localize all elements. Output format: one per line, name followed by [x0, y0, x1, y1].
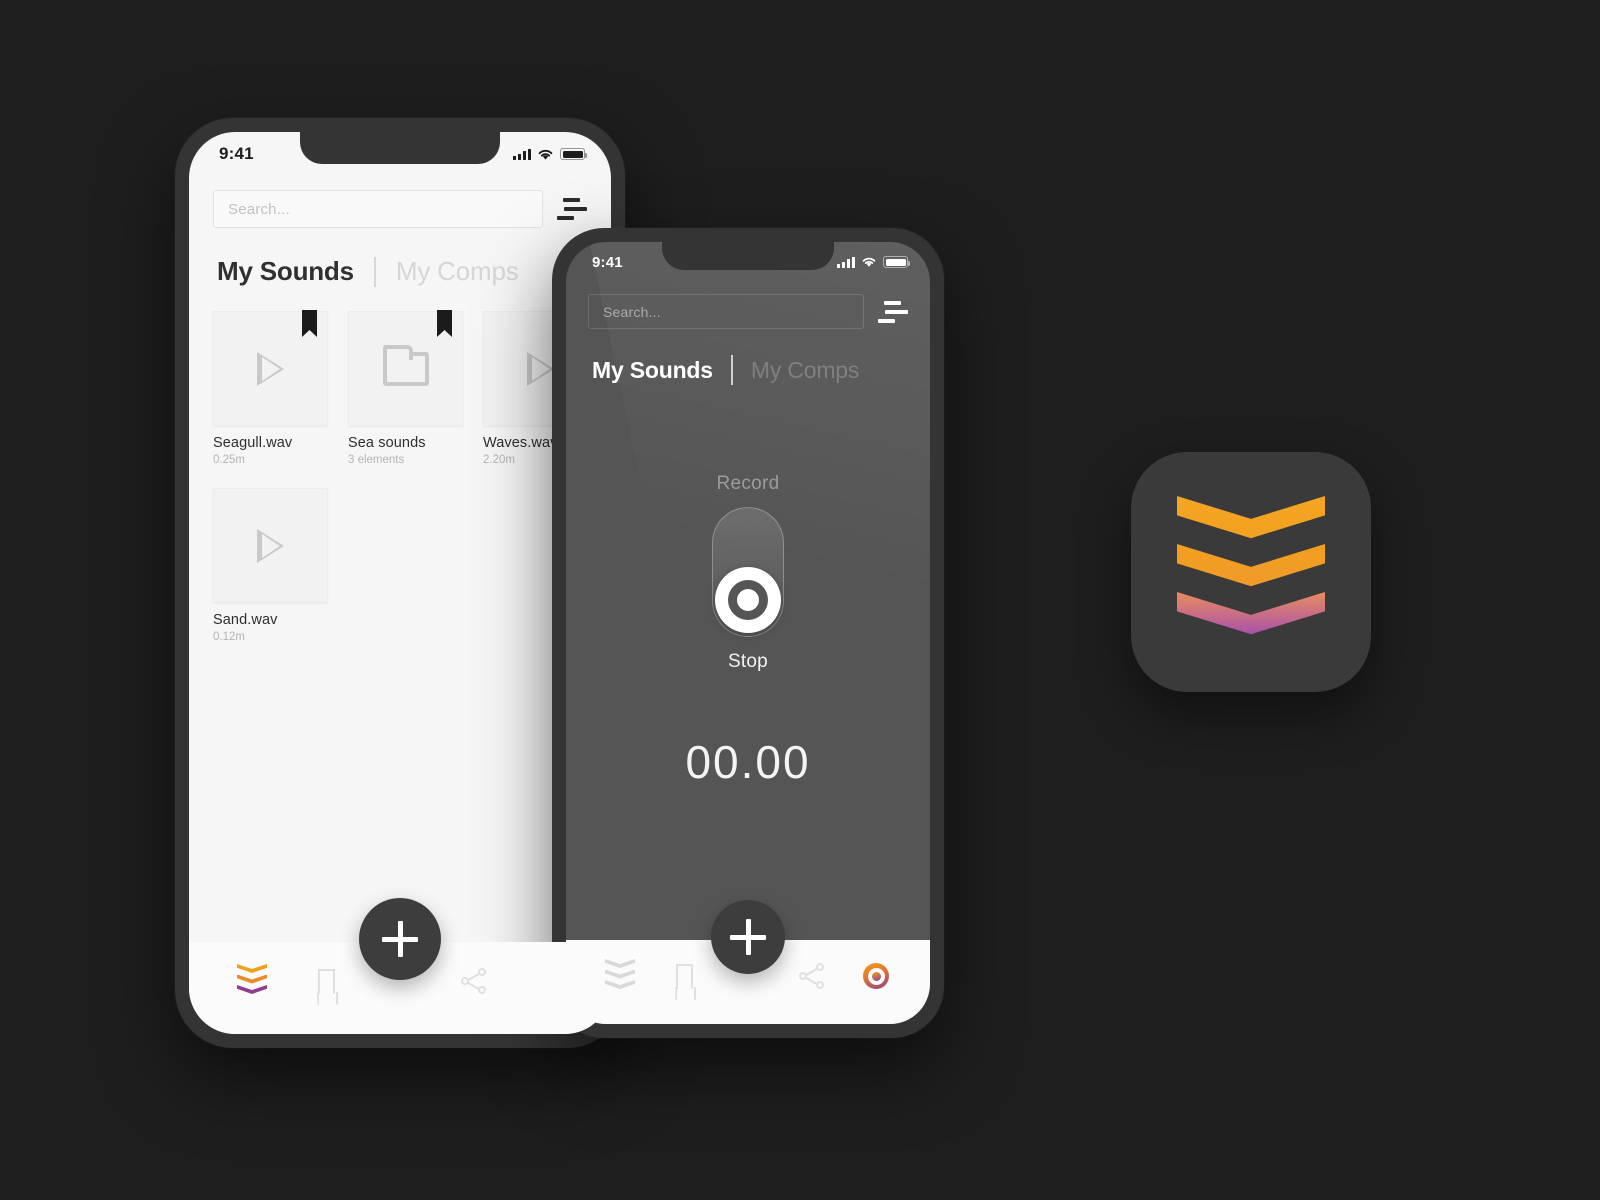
search-row: Search... [189, 176, 611, 228]
stop-label[interactable]: Stop [728, 651, 768, 673]
nav-share-button[interactable] [451, 958, 497, 1004]
recording-active-icon [863, 963, 889, 989]
screen-recorder: 9:41 Search... My Sounds My Comps Record… [566, 242, 930, 1024]
file-name: Seagull.wav [213, 435, 293, 451]
nav-library-button[interactable] [229, 958, 275, 1004]
tab-my-sounds[interactable]: My Sounds [592, 357, 713, 384]
status-bar: 9:41 [189, 132, 611, 176]
bookmark-icon [302, 310, 317, 337]
plus-icon [382, 921, 418, 957]
scene: 9:41 Search... My Sounds My Comps Seagul… [0, 0, 1600, 1200]
status-bar: 9:41 [566, 242, 930, 282]
list-item[interactable]: Sand.wav 0.12m [213, 488, 328, 643]
library-logo-icon [237, 964, 267, 998]
file-thumbnail[interactable] [213, 310, 328, 426]
record-toggle[interactable] [712, 507, 784, 637]
recording-timer: 00.00 [685, 736, 811, 788]
file-thumbnail[interactable] [213, 488, 328, 603]
sort-filter-icon[interactable] [557, 198, 587, 220]
nav-bookmarks-button[interactable] [303, 958, 349, 1004]
sort-filter-icon[interactable] [878, 300, 908, 323]
list-item[interactable]: Seagull.wav 0.25m [213, 310, 328, 466]
screen-sound-library: 9:41 Search... My Sounds My Comps Seagul… [189, 132, 611, 1034]
search-row: Search... [566, 282, 930, 329]
nav-share-button[interactable] [789, 953, 835, 999]
record-knob-dot [737, 589, 759, 611]
recorder-panel: Record Stop 00.00 [566, 385, 930, 789]
app-icon-chevron-stack[interactable] [1131, 452, 1371, 692]
status-icons [513, 148, 588, 161]
chevron-stack-icon [1177, 496, 1325, 648]
battery-icon [560, 148, 588, 160]
status-time: 9:41 [219, 144, 254, 163]
nav-recording-button[interactable] [853, 953, 899, 999]
battery-icon [883, 256, 911, 268]
cellular-signal-icon [513, 148, 531, 160]
tab-bar: My Sounds My Comps [189, 228, 611, 287]
record-label: Record [716, 473, 780, 494]
tab-separator [373, 256, 376, 287]
tab-separator [730, 355, 733, 385]
file-grid: Seagull.wav 0.25m Sea sounds 3 elements [189, 287, 611, 643]
folder-icon [382, 344, 429, 386]
plus-icon [730, 919, 766, 955]
list-item[interactable]: Sea sounds 3 elements [348, 310, 463, 466]
tab-my-sounds[interactable]: My Sounds [217, 256, 354, 287]
tab-bar: My Sounds My Comps [566, 329, 930, 385]
play-icon [527, 351, 554, 386]
record-toggle-knob[interactable] [715, 567, 781, 633]
tab-my-comps[interactable]: My Comps [751, 357, 860, 384]
phone-mockup-dark: 9:41 Search... My Sounds My Comps Record… [552, 228, 944, 1038]
file-meta: 3 elements [348, 454, 405, 466]
wifi-icon [862, 257, 876, 267]
bookmark-icon [437, 310, 452, 337]
file-meta: 0.25m [213, 454, 245, 466]
share-icon [799, 963, 825, 989]
status-time: 9:41 [592, 253, 623, 271]
bookmarks-icon [317, 968, 335, 994]
search-input[interactable]: Search... [213, 190, 543, 228]
status-icons [837, 256, 911, 268]
nav-bookmarks-button[interactable] [661, 953, 707, 999]
tab-my-comps[interactable]: My Comps [396, 256, 519, 287]
play-icon [257, 528, 284, 563]
library-logo-icon [605, 959, 635, 993]
add-button[interactable] [711, 900, 785, 974]
cellular-signal-icon [837, 256, 855, 268]
add-button[interactable] [359, 898, 441, 980]
bookmarks-icon [675, 963, 693, 989]
nav-spacer-right [525, 958, 571, 1004]
share-icon [461, 968, 487, 994]
file-name: Sand.wav [213, 612, 278, 628]
wifi-icon [538, 149, 553, 160]
file-thumbnail[interactable] [348, 310, 463, 426]
search-input[interactable]: Search... [588, 294, 864, 329]
play-icon [257, 351, 284, 386]
nav-library-button[interactable] [597, 953, 643, 999]
record-knob-ring [728, 580, 768, 620]
file-meta: 0.12m [213, 631, 245, 643]
file-name: Sea sounds [348, 435, 426, 451]
